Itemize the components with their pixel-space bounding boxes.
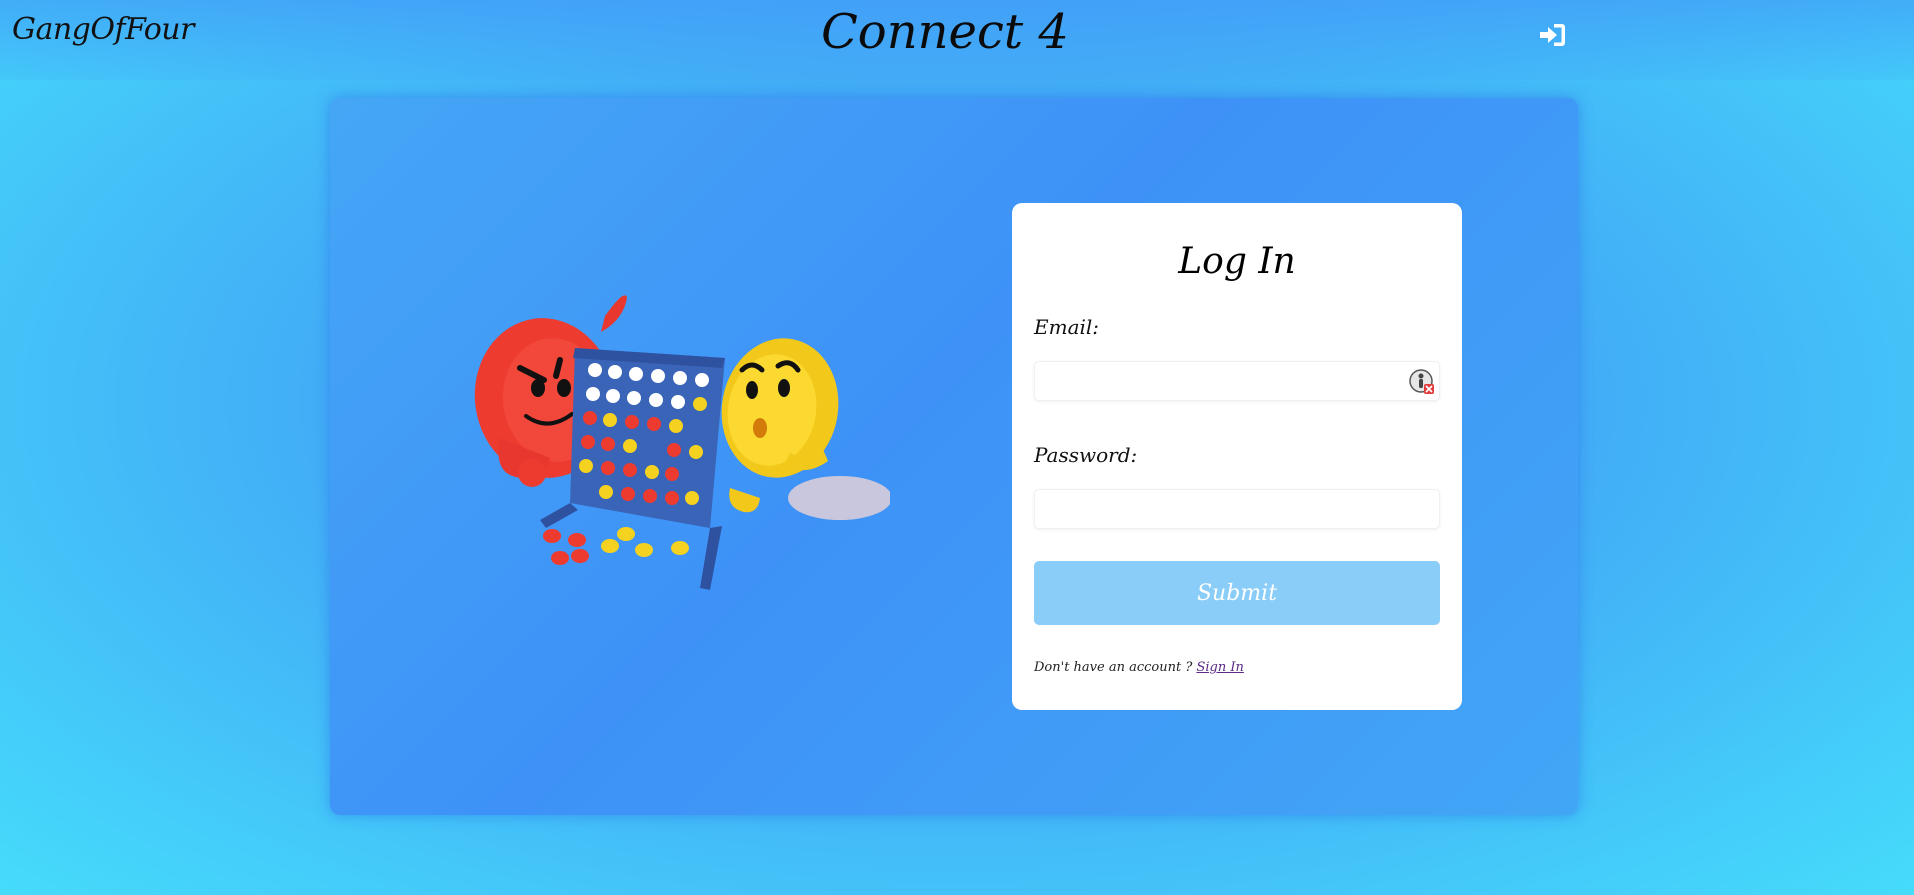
login-form: Log In Email: Password: Submit Don't hav…	[1012, 203, 1462, 710]
signup-prompt-line: Don't have an account ? Sign In	[1034, 660, 1244, 675]
password-manager-icon[interactable]	[1409, 369, 1435, 395]
connect-four-mascots-illustration	[460, 288, 892, 618]
sign-in-icon[interactable]	[1538, 22, 1566, 48]
submit-button[interactable]: Submit	[1034, 561, 1440, 625]
email-field[interactable]	[1034, 361, 1440, 401]
signup-prompt-text: Don't have an account ?	[1034, 660, 1193, 675]
login-title: Log In	[1178, 241, 1296, 282]
signup-link[interactable]: Sign In	[1196, 660, 1243, 675]
login-card: Log In Email: Password: Submit Don't hav…	[330, 98, 1578, 815]
password-label: Password:	[1034, 443, 1138, 467]
email-label: Email:	[1034, 315, 1100, 339]
app-title: Connect 4	[821, 4, 1069, 60]
password-field[interactable]	[1034, 489, 1440, 529]
